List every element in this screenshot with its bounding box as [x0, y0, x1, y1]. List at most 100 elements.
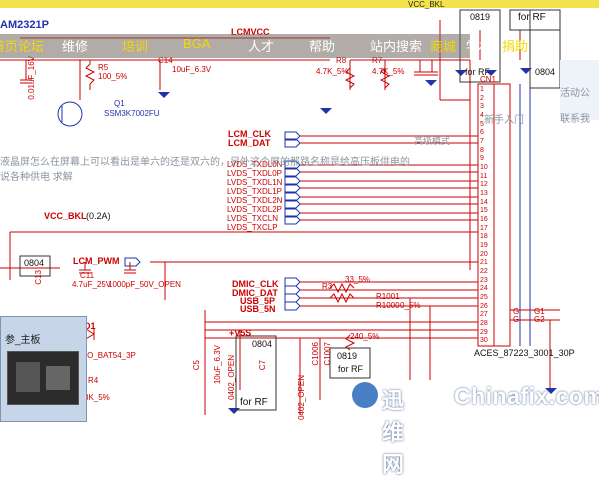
open-0804-bottom: 0804 — [252, 339, 273, 349]
connector-pin-3: 3 — [480, 103, 484, 111]
nav-item-help[interactable]: 帮助 — [309, 36, 335, 55]
connector-pin-22: 22 — [480, 268, 488, 275]
r7-label: R7 — [372, 56, 383, 65]
nav-item-training[interactable]: 培训 — [122, 36, 148, 55]
taskbar-window-title: 参_主板 — [5, 335, 41, 346]
forum-link-activity[interactable]: 活动公 — [560, 84, 590, 99]
connector-pin-26: 26 — [480, 302, 488, 310]
connector-pin-11: 11 — [480, 172, 488, 180]
lvds-1: LVDS_TXDL0P — [227, 169, 282, 178]
forum-link-newbie[interactable]: 新手入门 — [484, 111, 524, 126]
r7-value: 4.7K_5% — [372, 67, 405, 76]
c14-label: C14 — [158, 56, 173, 65]
r5-label: R5 — [98, 63, 109, 72]
connector-pin-2: 2 — [480, 94, 484, 102]
lcm-dat-label: LCM_DAT — [228, 138, 271, 148]
connector-pin-16: 16 — [480, 216, 488, 223]
r4-label: R4 — [88, 376, 99, 385]
lvds-3: LVDS_TXDL1P — [227, 187, 282, 196]
nav-item-repair[interactable]: 维修 — [62, 36, 88, 55]
vcc-bkl-label: VCC_BKL — [44, 211, 87, 221]
c14-value: 10uF_6.3V — [172, 65, 212, 74]
nav-item-search[interactable]: 站内搜索 — [370, 36, 422, 55]
lvds-4: LVDS_TXDL2N — [227, 196, 283, 205]
r3-value: 33_5% — [345, 275, 370, 284]
advanced-mode-link[interactable]: 高级模式 — [414, 134, 450, 147]
connector-pin-29: 29 — [480, 328, 488, 336]
chinafix-logo-icon — [352, 382, 378, 408]
r4-value: 3K_5% — [84, 393, 110, 402]
net-vcc-bkl-top-label: VCC_BKL — [408, 0, 445, 9]
connector-pin-1: 1 — [480, 86, 484, 93]
taskbar-window[interactable]: 参_主板 — [0, 316, 87, 422]
c-10uf-label: 10uF_6.3V — [213, 345, 222, 385]
open-0819-bottom: 0819 — [337, 351, 358, 361]
open-0804-left: 0804 — [24, 258, 45, 268]
vcc-bkl-current: (0.2A) — [86, 211, 111, 221]
c-pwm-value: 1000pF_50V_OPEN — [108, 280, 181, 289]
connector-pin-9: 9 — [480, 155, 484, 163]
r240-value: 240_5% — [350, 332, 380, 341]
lvds-6: LVDS_TXCLN — [227, 214, 278, 223]
watermark-en-text: Chinafix.com — [454, 383, 599, 409]
nav-item-mall[interactable]: 商城 — [430, 36, 456, 55]
r8-label: R8 — [336, 56, 347, 65]
q1-part: SSM3K7002FU — [104, 109, 160, 118]
taskbar-window-thumbnail[interactable] — [7, 351, 79, 405]
open-0819-top: 0819 — [470, 12, 491, 22]
q1-label: Q1 — [114, 99, 125, 108]
forum-link-contact[interactable]: 联系我 — [560, 110, 590, 125]
connector-part: ACES_87223_3001_30P — [474, 348, 575, 358]
connector-pin-30: 30 — [480, 337, 488, 345]
watermark-cn-text: 迅维网 — [382, 388, 405, 477]
connector-pin-24: 24 — [480, 285, 488, 293]
c-0402-open-2: 0402_OPEN — [297, 375, 306, 420]
connector-pin-27: 27 — [480, 311, 488, 319]
c11-label: C11 — [80, 271, 95, 280]
nav-item-school[interactable]: 学校 — [466, 36, 492, 55]
for-rf-bottom2: for RF — [240, 397, 268, 408]
nav-item-bga[interactable]: BGA — [183, 36, 210, 51]
connector-pin-13: 13 — [480, 190, 488, 197]
post-title-line2: 说各种供电 求解 — [0, 172, 73, 183]
c-0402-open-1: 0402_OPEN — [227, 355, 236, 400]
r3-label: R3 — [322, 282, 333, 291]
c13-label: C13 — [34, 270, 43, 285]
connector-pin-23: 23 — [480, 276, 488, 284]
connector-pin-6: 6 — [480, 129, 484, 137]
connector-pin-19: 19 — [480, 242, 488, 249]
connector-pin-8: 8 — [480, 146, 484, 154]
nav-item-donate[interactable]: 捐助 — [502, 36, 528, 55]
connector-pin-17: 17 — [480, 224, 488, 232]
r8-value: 4.7K_5% — [316, 67, 349, 76]
open-0804-top: 0804 — [535, 67, 556, 77]
r1000-value: 0_5% — [400, 301, 421, 310]
lvds-2: LVDS_TXDL1N — [227, 178, 283, 187]
c5-label: C5 — [192, 360, 201, 371]
nav-item-talent[interactable]: 人才 — [248, 36, 274, 55]
c11-value: 4.7uF_25V — [72, 280, 112, 289]
c-left-value: 0.01uF_16V — [27, 56, 36, 100]
connector-pin-7: 7 — [480, 138, 484, 145]
chip-label: AM2321P — [0, 19, 49, 31]
usb-5n-label: USB_5N — [240, 304, 276, 314]
for-rf-bottom: for RF — [338, 364, 364, 374]
connector-pin-20: 20 — [480, 250, 488, 258]
site-nav-bar: 首页 论坛 维修 培训 BGA 人才 帮助 站内搜索 商城 学校 捐助 — [0, 34, 528, 58]
connector-pin-21: 21 — [480, 259, 488, 267]
connector-pin-25: 25 — [480, 294, 488, 301]
c7-label: C7 — [258, 360, 267, 371]
lvds-7: LVDS_TXCLP — [227, 223, 278, 232]
cn1-label: CN1 — [480, 75, 497, 84]
nav-item-home[interactable]: 首页 — [0, 36, 18, 55]
r1001-label: R1001 — [376, 292, 400, 301]
r5-value: 100_5% — [98, 72, 128, 81]
g2-label: G2 — [534, 315, 545, 324]
connector-pin-12: 12 — [480, 181, 488, 189]
v5s-label: +V5S — [229, 328, 252, 338]
connector-pin-28: 28 — [480, 320, 488, 327]
connector-pin-10: 10 — [480, 164, 488, 171]
connector-pin-14: 14 — [480, 198, 488, 206]
nav-item-forum[interactable]: 论坛 — [18, 36, 44, 55]
for-rf-top: for RF — [518, 12, 546, 23]
